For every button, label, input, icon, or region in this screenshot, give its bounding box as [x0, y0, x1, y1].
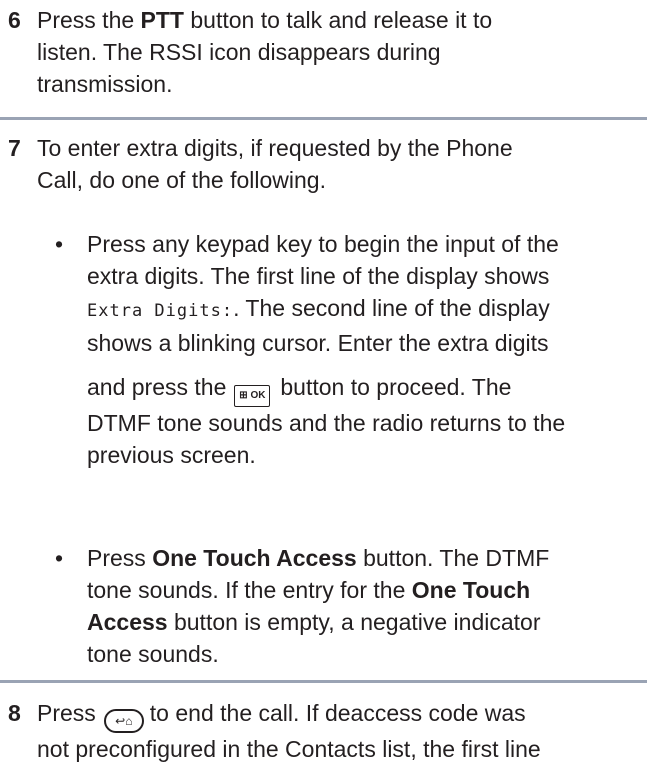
step-text: Press ↩⌂ to end the call. If deaccess code… — [37, 697, 627, 765]
text-line: Call, do one of the following. — [37, 167, 326, 193]
step-text: To enter extra digits, if requested by t… — [37, 132, 627, 196]
text-line: To enter extra digits, if requested by t… — [37, 135, 513, 161]
text-line: DTMF tone sounds and the radio returns t… — [87, 410, 566, 436]
bullet-text: Press One Touch Access button. The DTMF … — [87, 542, 647, 670]
text-line: Press the PTT button to talk and release… — [37, 7, 493, 33]
step-text: Press the PTT button to talk and release… — [37, 4, 627, 100]
text-line: Press One Touch Access button. The DTMF — [87, 545, 550, 571]
ok-button-icon: ⊞ OK — [234, 385, 271, 407]
step-divider — [0, 680, 647, 683]
text-line: tone sounds. If the entry for the One To… — [87, 577, 531, 603]
text-line: previous screen. — [87, 442, 256, 468]
text-line: tone sounds. — [87, 641, 219, 667]
display-text: Extra Digits: — [87, 301, 234, 321]
back-home-icon: ↩⌂ — [103, 709, 144, 733]
text-line: not preconfigured in the Contacts list, … — [37, 736, 541, 762]
text-line: Press any keypad key to begin the input … — [87, 231, 559, 257]
one-touch-access-label: One Touch Access — [152, 545, 357, 571]
text-line: and press the ⊞ OK button to proceed. The — [87, 371, 647, 407]
text-line: extra digits. The first line of the disp… — [87, 263, 550, 289]
bullet-dot: • — [55, 545, 64, 571]
bullet-dot: • — [55, 231, 64, 257]
text-line: Extra Digits:. The second line of the di… — [87, 295, 550, 321]
text-line: Press ↩⌂ to end the call. If deaccess code… — [37, 697, 627, 733]
text-line: Access button is empty, a negative indic… — [87, 609, 541, 635]
ptt-label: PTT — [140, 7, 184, 33]
text-line: transmission. — [37, 71, 173, 97]
text-line: listen. The RSSI icon disappears during — [37, 39, 441, 65]
bullet-text: Press any keypad key to begin the input … — [87, 228, 647, 471]
step-number: 7 — [8, 135, 21, 161]
text-line: shows a blinking cursor. Enter the extra… — [87, 330, 549, 356]
step-divider — [0, 117, 647, 120]
step-number: 6 — [8, 7, 21, 33]
